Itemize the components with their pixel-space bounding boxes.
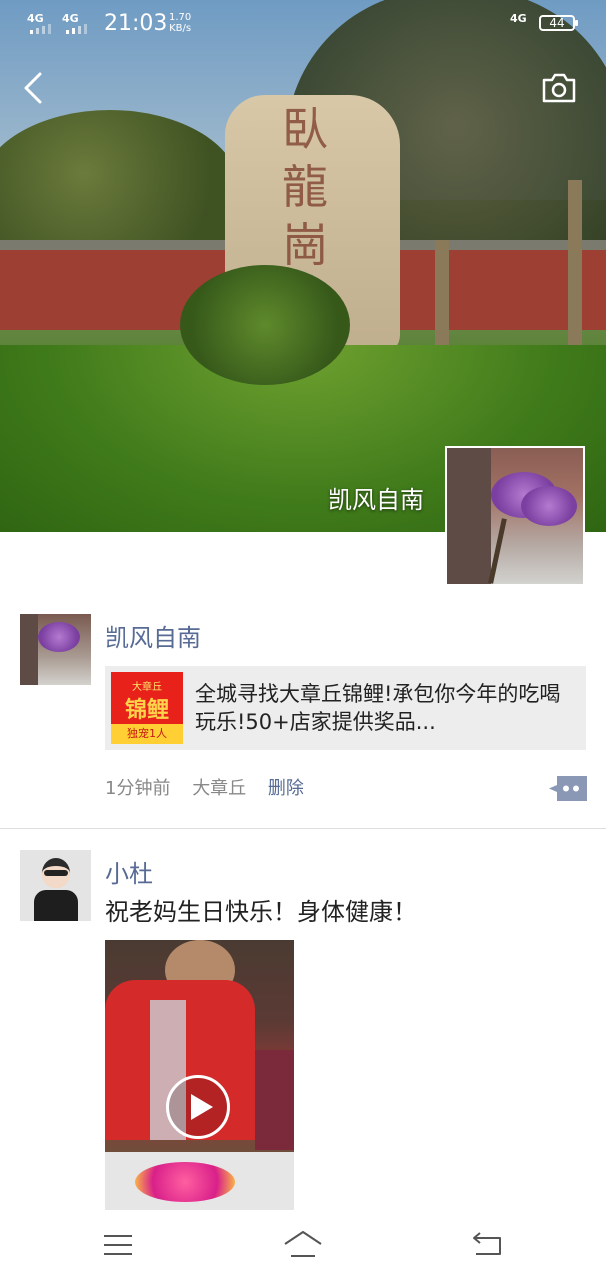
post-time: 1分钟前 — [105, 778, 171, 799]
speed-unit: KB/s — [169, 23, 192, 34]
comment-more-button[interactable] — [549, 776, 587, 801]
play-icon[interactable] — [166, 1075, 230, 1139]
post-divider — [0, 828, 606, 829]
post-text: 祝老妈生日快乐！身体健康！ — [105, 898, 417, 926]
profile-name: 凯风自南 — [328, 486, 424, 514]
camera-icon — [542, 73, 576, 103]
return-icon — [473, 1232, 501, 1255]
shared-link-thumbnail: 大章丘 锦鲤 独宠1人 — [111, 672, 183, 744]
avatar-flowers — [38, 622, 80, 652]
avatar-flowers — [521, 486, 577, 526]
avatar-door — [20, 614, 38, 685]
video-thumbnail[interactable] — [105, 940, 294, 1210]
comment-more-icon — [549, 776, 587, 801]
post-location[interactable]: 大章丘 — [192, 778, 246, 799]
back-button[interactable] — [18, 68, 54, 108]
signal-bars-icon — [66, 24, 87, 34]
speed-value: 1.70 — [169, 12, 192, 23]
avatar-body — [34, 890, 78, 921]
profile-avatar[interactable] — [445, 446, 585, 586]
avatar[interactable] — [20, 850, 91, 921]
shared-link-title: 全城寻找大章丘锦鲤!承包你今年的吃喝玩乐!50+店家提供奖品... — [195, 682, 561, 734]
post-author-name[interactable]: 小杜 — [105, 854, 153, 889]
video-cake — [135, 1162, 235, 1202]
thumb-bottom-text: 独宠1人 — [111, 724, 183, 744]
avatar-sunglasses — [44, 870, 68, 876]
post-meta: 1分钟前 大章丘 删除 — [105, 774, 320, 800]
avatar-door — [447, 448, 491, 584]
shared-link-card[interactable]: 大章丘 锦鲤 独宠1人 全城寻找大章丘锦鲤!承包你今年的吃喝玩乐!50+店家提供… — [105, 666, 586, 750]
post-author-name[interactable]: 凯风自南 — [105, 618, 201, 653]
network-type: 4G — [510, 12, 527, 25]
cover-bush — [180, 265, 350, 385]
delete-link[interactable]: 删除 — [268, 778, 304, 799]
camera-button[interactable] — [538, 70, 580, 106]
cover-stone-inscription: 臥龍崗 — [282, 102, 328, 272]
network-speed: 1.70 KB/s — [169, 12, 191, 34]
menu-button[interactable] — [98, 1230, 138, 1262]
battery-icon: 44 — [539, 15, 578, 31]
return-button[interactable] — [468, 1230, 508, 1262]
thumb-top-text: 大章丘 — [132, 682, 162, 693]
avatar[interactable] — [20, 614, 91, 685]
chevron-left-icon — [24, 72, 42, 104]
signal-bars-icon — [30, 24, 51, 34]
video-person-side — [255, 1050, 294, 1150]
system-nav-bar — [0, 1212, 606, 1280]
home-icon — [284, 1231, 322, 1257]
clock: 21:03 — [104, 11, 168, 36]
home-button[interactable] — [283, 1230, 323, 1262]
menu-icon — [104, 1235, 132, 1255]
battery-level: 44 — [549, 16, 565, 30]
status-bar: 4G 4G 21:03 1.70 KB/s 4G 44 — [0, 0, 606, 46]
cover-tree-trunk — [568, 180, 582, 370]
thumb-main-text: 锦鲤 — [124, 698, 169, 723]
